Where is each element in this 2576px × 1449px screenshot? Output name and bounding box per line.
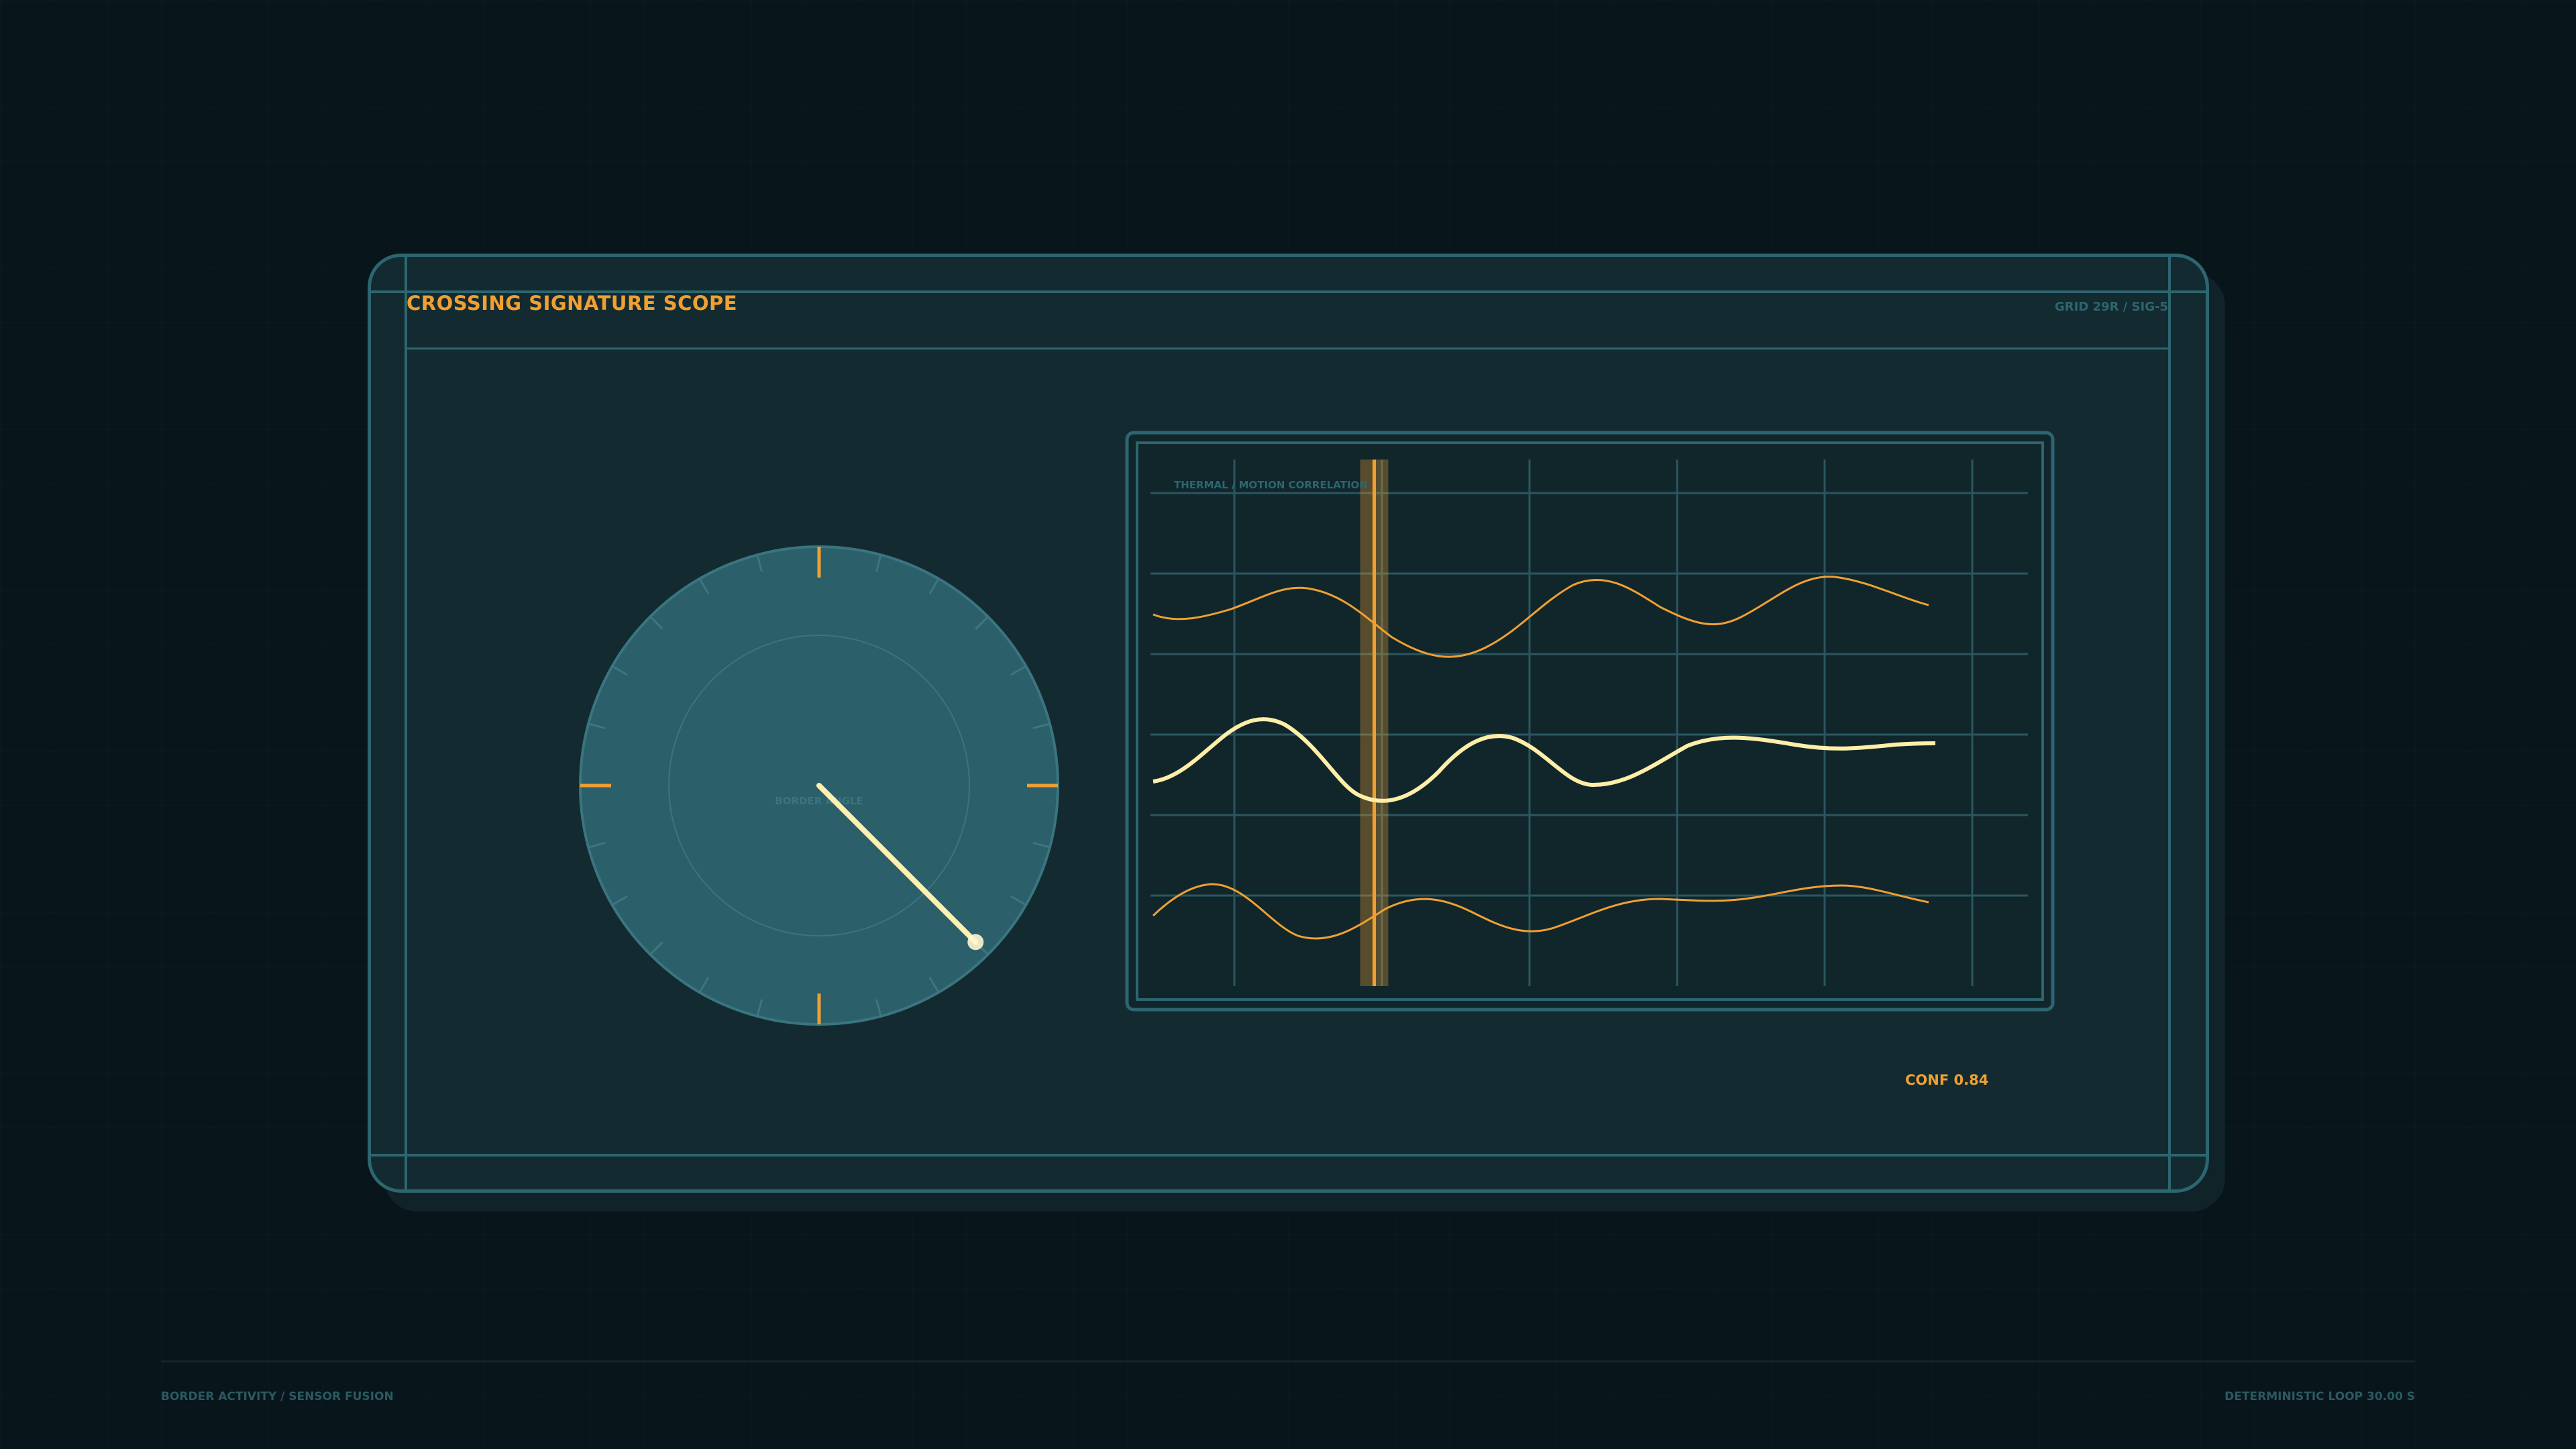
angle-dial: BORDER ANGLE <box>579 545 1059 1026</box>
header-divider <box>405 347 2171 350</box>
panel-frame-line <box>405 254 407 1193</box>
needle-tip-glow <box>967 934 984 951</box>
footer-caption: BORDER ACTIVITY / SENSOR FUSION <box>161 1390 394 1403</box>
footer-divider <box>161 1360 2415 1362</box>
correlation-scope <box>1125 431 2055 1012</box>
confidence-readout: CONF 0.84 <box>1905 1072 1989 1088</box>
panel-title: CROSSING SIGNATURE SCOPE <box>407 292 738 315</box>
loop-status: DETERMINISTIC LOOP 30.00 S <box>2224 1390 2415 1403</box>
chart-title: THERMAL / MOTION CORRELATION <box>1174 479 1368 491</box>
panel-frame-line <box>2168 254 2171 1193</box>
panel-frame-line <box>368 1154 2209 1157</box>
grid-reference: GRID 29R / SIG-5 <box>2055 300 2168 314</box>
dial-label: BORDER ANGLE <box>775 795 863 807</box>
